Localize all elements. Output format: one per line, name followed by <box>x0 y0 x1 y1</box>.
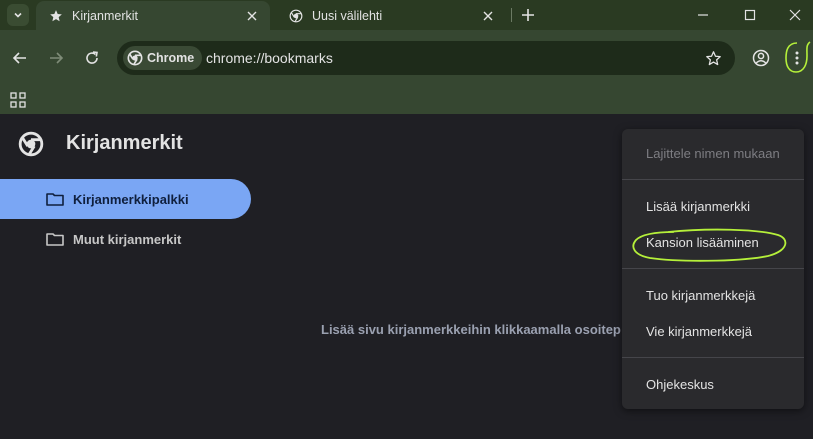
empty-state-message: Lisää sivu kirjanmerkkeihin klikkaamalla… <box>321 322 621 337</box>
site-chip-label: Chrome <box>147 51 195 65</box>
tab-bookmarks[interactable]: Kirjanmerkit <box>36 1 270 30</box>
menu-item-sort-by-name[interactable]: Lajittele nimen mukaan <box>646 146 780 161</box>
folder-other-bookmarks[interactable]: Muut kirjanmerkit <box>0 219 251 259</box>
menu-item-import-bookmarks[interactable]: Tuo kirjanmerkkejä <box>646 288 755 303</box>
menu-divider <box>622 268 804 269</box>
tab-separator <box>511 8 512 22</box>
apps-grid-icon[interactable] <box>10 92 26 108</box>
bookmarks-menu: Lajittele nimen mukaan Lisää kirjanmerkk… <box>622 129 804 409</box>
url-text[interactable]: chrome://bookmarks <box>206 50 333 66</box>
more-vert-icon <box>795 51 799 65</box>
plus-icon <box>522 9 534 21</box>
forward-button[interactable] <box>42 44 70 72</box>
chrome-icon <box>288 8 304 24</box>
profile-icon <box>752 49 770 67</box>
menu-divider <box>622 179 804 180</box>
arrow-left-icon <box>12 52 26 64</box>
tab-title: Uusi välilehti <box>312 8 383 23</box>
menu-divider <box>622 357 804 358</box>
new-tab-button[interactable] <box>516 3 540 27</box>
folder-label: Kirjanmerkkipalkki <box>73 191 189 207</box>
page-title: Kirjanmerkit <box>66 132 183 154</box>
chrome-logo-icon <box>18 131 44 157</box>
menu-item-add-folder[interactable]: Kansion lisääminen <box>646 235 759 250</box>
minimize-icon <box>698 14 708 16</box>
maximize-icon <box>744 9 756 21</box>
maximize-button[interactable] <box>727 0 773 30</box>
folder-icon <box>46 192 64 206</box>
close-window-button[interactable] <box>772 0 813 30</box>
chevron-down-icon <box>14 12 22 18</box>
menu-item-help-center[interactable]: Ohjekeskus <box>646 377 714 392</box>
menu-item-export-bookmarks[interactable]: Vie kirjanmerkkejä <box>646 324 752 339</box>
close-tab-icon[interactable] <box>478 6 498 26</box>
folder-label: Muut kirjanmerkit <box>73 231 182 247</box>
folder-icon <box>46 232 64 246</box>
profile-button[interactable] <box>747 44 775 72</box>
tab-search-button[interactable] <box>7 4 29 26</box>
toolbar: Chrome chrome://bookmarks <box>0 30 813 86</box>
star-icon <box>48 8 64 24</box>
menu-item-add-bookmark[interactable]: Lisää kirjanmerkki <box>646 199 750 214</box>
menu-button[interactable] <box>783 44 811 72</box>
address-bar[interactable]: Chrome chrome://bookmarks <box>117 41 735 75</box>
close-icon <box>789 9 801 21</box>
reload-button[interactable] <box>78 44 106 72</box>
chrome-logo-icon <box>127 50 143 66</box>
close-tab-icon[interactable] <box>242 6 262 26</box>
reload-icon <box>86 51 98 64</box>
back-button[interactable] <box>6 44 34 72</box>
tab-title: Kirjanmerkit <box>72 8 138 23</box>
site-chip[interactable]: Chrome <box>123 46 203 70</box>
tab-strip: Kirjanmerkit Uusi välilehti <box>0 0 813 30</box>
folder-bookmarks-bar[interactable]: Kirjanmerkkipalkki <box>0 179 251 219</box>
bookmark-star-icon[interactable] <box>703 48 723 68</box>
tab-new-tab[interactable]: Uusi välilehti <box>276 1 506 30</box>
minimize-button[interactable] <box>680 0 726 30</box>
arrow-right-icon <box>50 52 64 64</box>
bookmarks-bar <box>0 86 813 114</box>
